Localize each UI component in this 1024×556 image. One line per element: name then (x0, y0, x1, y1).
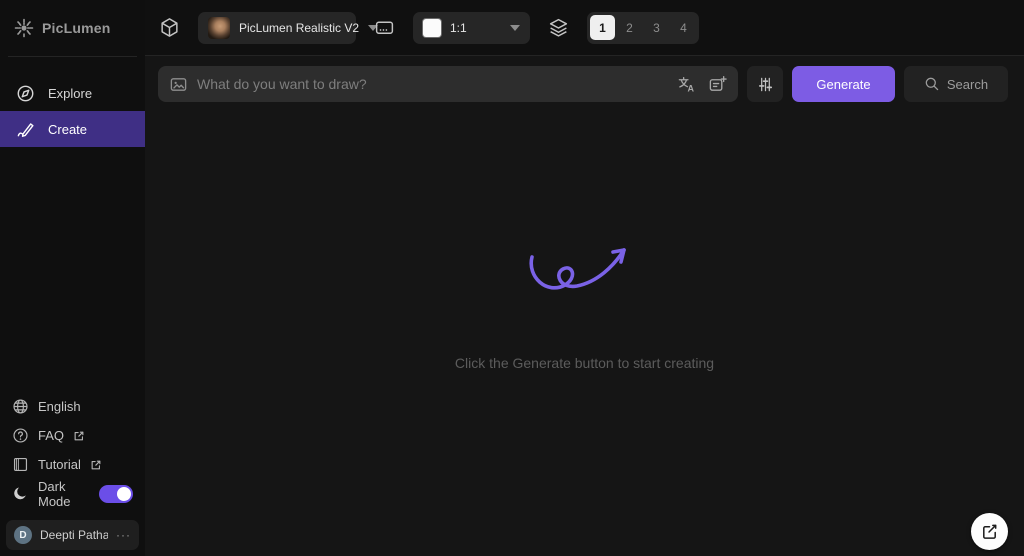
count-option-3[interactable]: 3 (644, 15, 669, 40)
count-option-4[interactable]: 4 (671, 15, 696, 40)
avatar: D (14, 526, 32, 544)
chevron-down-icon (510, 25, 520, 31)
topbar: PicLumen Realistic V2 1:1 (145, 0, 1024, 56)
ratio-selector-dropdown[interactable]: 1:1 (413, 12, 530, 44)
count-option-2[interactable]: 2 (617, 15, 642, 40)
faq-link[interactable]: FAQ (0, 421, 145, 450)
question-circle-icon (12, 427, 29, 444)
arrow-doodle (525, 237, 645, 307)
language-selector[interactable]: English (0, 392, 145, 421)
sidebar-footer: English FAQ (0, 392, 145, 512)
image-icon[interactable] (169, 75, 188, 94)
count-option-1[interactable]: 1 (590, 15, 615, 40)
brand-logo[interactable]: PicLumen (0, 0, 145, 56)
prompt-input[interactable] (197, 76, 668, 92)
moon-icon (12, 485, 29, 502)
generate-button[interactable]: Generate (792, 66, 895, 102)
feedback-compose-button[interactable] (971, 513, 1008, 550)
prompt-row: A Gen (145, 56, 1024, 112)
tutorial-link[interactable]: Tutorial (0, 450, 145, 479)
translate-icon[interactable]: A (677, 75, 696, 94)
svg-text:A: A (687, 83, 694, 93)
model-thumbnail (208, 17, 230, 39)
sidebar-nav: Explore Create (0, 57, 145, 147)
brand-name: PicLumen (42, 20, 111, 36)
layers-icon (548, 17, 569, 38)
prompt-box: A (158, 66, 738, 102)
pen-squiggle-icon (16, 120, 35, 139)
toggle-knob (117, 487, 131, 501)
external-link-icon (90, 459, 102, 471)
language-label: English (38, 399, 81, 414)
empty-canvas: Click the Generate button to start creat… (145, 112, 1024, 556)
faq-label: FAQ (38, 428, 64, 443)
model-cube-icon (159, 17, 180, 38)
external-link-icon (73, 430, 85, 442)
sidebar-spacer (0, 147, 145, 392)
model-name: PicLumen Realistic V2 (239, 21, 359, 35)
ratio-value: 1:1 (450, 21, 501, 35)
prompt-inline-icons: A (677, 75, 727, 94)
user-profile[interactable]: D Deepti Pathak ··· (6, 520, 139, 550)
image-count-selector: 1 2 3 4 (587, 12, 699, 44)
sidebar: PicLumen Explore (0, 0, 145, 556)
sidebar-item-label: Create (48, 122, 87, 137)
sidebar-item-explore[interactable]: Explore (0, 75, 145, 111)
main-area: PicLumen Realistic V2 1:1 (145, 0, 1024, 556)
app-window: PicLumen Explore (0, 0, 1024, 556)
sidebar-item-label: Explore (48, 86, 92, 101)
prompt-enhance-icon[interactable] (708, 75, 727, 94)
starburst-logo-icon (14, 18, 34, 38)
search-button[interactable]: Search (904, 66, 1008, 102)
model-selector-dropdown[interactable]: PicLumen Realistic V2 (198, 12, 356, 44)
dark-mode-label: Dark Mode (38, 479, 84, 509)
sidebar-item-create[interactable]: Create (0, 111, 145, 147)
search-label: Search (947, 77, 988, 92)
globe-icon (12, 398, 29, 415)
book-icon (12, 456, 29, 473)
ratio-swatch (423, 19, 441, 37)
dark-mode-toggle[interactable] (99, 485, 133, 503)
aspect-ratio-icon (374, 17, 395, 38)
compass-icon (16, 84, 35, 103)
advanced-settings-button[interactable] (747, 66, 783, 102)
tutorial-label: Tutorial (38, 457, 81, 472)
user-menu-ellipsis[interactable]: ··· (116, 528, 131, 542)
user-name: Deepti Pathak (40, 528, 108, 542)
canvas-hint-text: Click the Generate button to start creat… (455, 355, 714, 371)
dark-mode-row: Dark Mode (0, 479, 145, 508)
